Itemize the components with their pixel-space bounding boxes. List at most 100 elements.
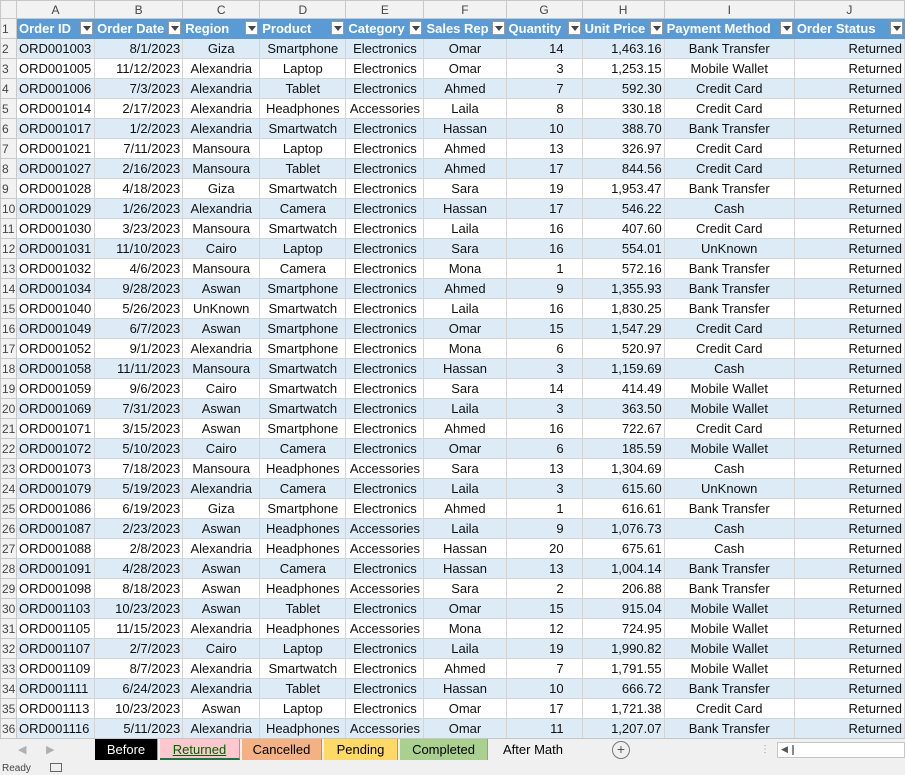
- table-cell[interactable]: Sara: [423, 458, 507, 479]
- table-cell[interactable]: 330.18: [581, 98, 665, 119]
- header-cell[interactable]: Order Status: [793, 18, 905, 39]
- header-cell[interactable]: Order ID: [16, 18, 96, 39]
- table-cell[interactable]: ORD001116: [16, 718, 96, 738]
- table-cell[interactable]: Mobile Wallet: [663, 658, 795, 679]
- table-cell[interactable]: Returned: [793, 678, 905, 699]
- row-number[interactable]: 19: [0, 378, 18, 399]
- table-cell[interactable]: Accessories: [345, 458, 425, 479]
- table-cell[interactable]: Returned: [793, 478, 905, 499]
- filter-dropdown-icon[interactable]: [567, 21, 581, 35]
- table-cell[interactable]: Ahmed: [423, 658, 507, 679]
- table-cell[interactable]: Electronics: [345, 138, 425, 159]
- table-cell[interactable]: 10: [505, 118, 583, 139]
- table-cell[interactable]: Laptop: [259, 238, 347, 259]
- table-cell[interactable]: 1,547.29: [581, 318, 665, 339]
- row-number[interactable]: 22: [0, 438, 18, 459]
- table-cell[interactable]: 1,990.82: [581, 638, 665, 659]
- table-cell[interactable]: 520.97: [581, 338, 665, 359]
- table-cell[interactable]: 11/10/2023: [94, 238, 184, 259]
- table-cell[interactable]: Accessories: [345, 518, 425, 539]
- table-cell[interactable]: 4/18/2023: [94, 178, 184, 199]
- table-cell[interactable]: Returned: [793, 58, 905, 79]
- table-cell[interactable]: Tablet: [259, 78, 347, 99]
- table-cell[interactable]: 326.97: [581, 138, 665, 159]
- row-number[interactable]: 4: [0, 78, 18, 99]
- column-header[interactable]: C: [182, 0, 261, 19]
- table-cell[interactable]: 1,159.69: [581, 358, 665, 379]
- table-cell[interactable]: Smartwatch: [259, 398, 347, 419]
- table-cell[interactable]: Returned: [793, 538, 905, 559]
- table-cell[interactable]: Credit Card: [663, 98, 795, 119]
- table-cell[interactable]: Ahmed: [423, 158, 507, 179]
- table-cell[interactable]: 6/7/2023: [94, 318, 184, 339]
- table-cell[interactable]: Credit Card: [663, 78, 795, 99]
- table-cell[interactable]: Omar: [423, 718, 507, 738]
- header-cell[interactable]: Sales Rep: [423, 18, 507, 39]
- table-cell[interactable]: 388.70: [581, 118, 665, 139]
- table-cell[interactable]: 1/26/2023: [94, 198, 184, 219]
- table-cell[interactable]: 5/19/2023: [94, 478, 184, 499]
- table-cell[interactable]: Headphones: [259, 538, 347, 559]
- column-header[interactable]: I: [663, 0, 795, 19]
- table-cell[interactable]: Electronics: [345, 298, 425, 319]
- table-cell[interactable]: Giza: [182, 498, 261, 519]
- sheet-tab[interactable]: Cancelled: [242, 739, 322, 760]
- table-cell[interactable]: Bank Transfer: [663, 298, 795, 319]
- column-header[interactable]: A: [16, 0, 96, 19]
- table-cell[interactable]: Returned: [793, 198, 905, 219]
- table-cell[interactable]: Mona: [423, 338, 507, 359]
- table-cell[interactable]: Aswan: [182, 398, 261, 419]
- table-cell[interactable]: Accessories: [345, 538, 425, 559]
- table-cell[interactable]: Returned: [793, 558, 905, 579]
- table-cell[interactable]: 1,830.25: [581, 298, 665, 319]
- row-number[interactable]: 32: [0, 638, 18, 659]
- table-cell[interactable]: ORD001103: [16, 598, 96, 619]
- sheet-tab[interactable]: Completed: [400, 739, 488, 760]
- table-cell[interactable]: ORD001059: [16, 378, 96, 399]
- table-cell[interactable]: 8: [505, 98, 583, 119]
- table-cell[interactable]: Mansoura: [182, 138, 261, 159]
- table-cell[interactable]: Mobile Wallet: [663, 618, 795, 639]
- column-header[interactable]: B: [94, 0, 184, 19]
- table-cell[interactable]: Returned: [793, 298, 905, 319]
- table-cell[interactable]: ORD001091: [16, 558, 96, 579]
- table-cell[interactable]: Smartphone: [259, 38, 347, 59]
- table-cell[interactable]: Bank Transfer: [663, 278, 795, 299]
- table-cell[interactable]: Tablet: [259, 158, 347, 179]
- table-cell[interactable]: Electronics: [345, 398, 425, 419]
- row-number[interactable]: 16: [0, 318, 18, 339]
- table-cell[interactable]: Headphones: [259, 518, 347, 539]
- table-cell[interactable]: Cash: [663, 358, 795, 379]
- table-cell[interactable]: 1,207.07: [581, 718, 665, 738]
- table-cell[interactable]: 19: [505, 178, 583, 199]
- table-cell[interactable]: Returned: [793, 578, 905, 599]
- table-cell[interactable]: Laptop: [259, 638, 347, 659]
- table-cell[interactable]: 5/11/2023: [94, 718, 184, 738]
- table-cell[interactable]: Mobile Wallet: [663, 398, 795, 419]
- table-cell[interactable]: 3/23/2023: [94, 218, 184, 239]
- table-cell[interactable]: Omar: [423, 438, 507, 459]
- table-cell[interactable]: Returned: [793, 338, 905, 359]
- table-cell[interactable]: Omar: [423, 58, 507, 79]
- table-cell[interactable]: Smartwatch: [259, 298, 347, 319]
- table-cell[interactable]: Electronics: [345, 638, 425, 659]
- table-cell[interactable]: 7/3/2023: [94, 78, 184, 99]
- table-cell[interactable]: Headphones: [259, 718, 347, 738]
- header-cell[interactable]: Unit Price: [581, 18, 665, 39]
- table-cell[interactable]: Alexandria: [182, 198, 261, 219]
- row-number[interactable]: 7: [0, 138, 18, 159]
- table-cell[interactable]: Smartwatch: [259, 658, 347, 679]
- table-cell[interactable]: Aswan: [182, 558, 261, 579]
- table-cell[interactable]: 14: [505, 38, 583, 59]
- table-cell[interactable]: Hassan: [423, 538, 507, 559]
- table-cell[interactable]: Aswan: [182, 578, 261, 599]
- table-cell[interactable]: 8/7/2023: [94, 658, 184, 679]
- table-cell[interactable]: 12: [505, 618, 583, 639]
- table-cell[interactable]: Returned: [793, 518, 905, 539]
- table-cell[interactable]: Returned: [793, 278, 905, 299]
- table-cell[interactable]: 1,253.15: [581, 58, 665, 79]
- table-cell[interactable]: Returned: [793, 498, 905, 519]
- table-cell[interactable]: Omar: [423, 598, 507, 619]
- table-cell[interactable]: Mobile Wallet: [663, 638, 795, 659]
- filter-dropdown-icon[interactable]: [168, 21, 182, 35]
